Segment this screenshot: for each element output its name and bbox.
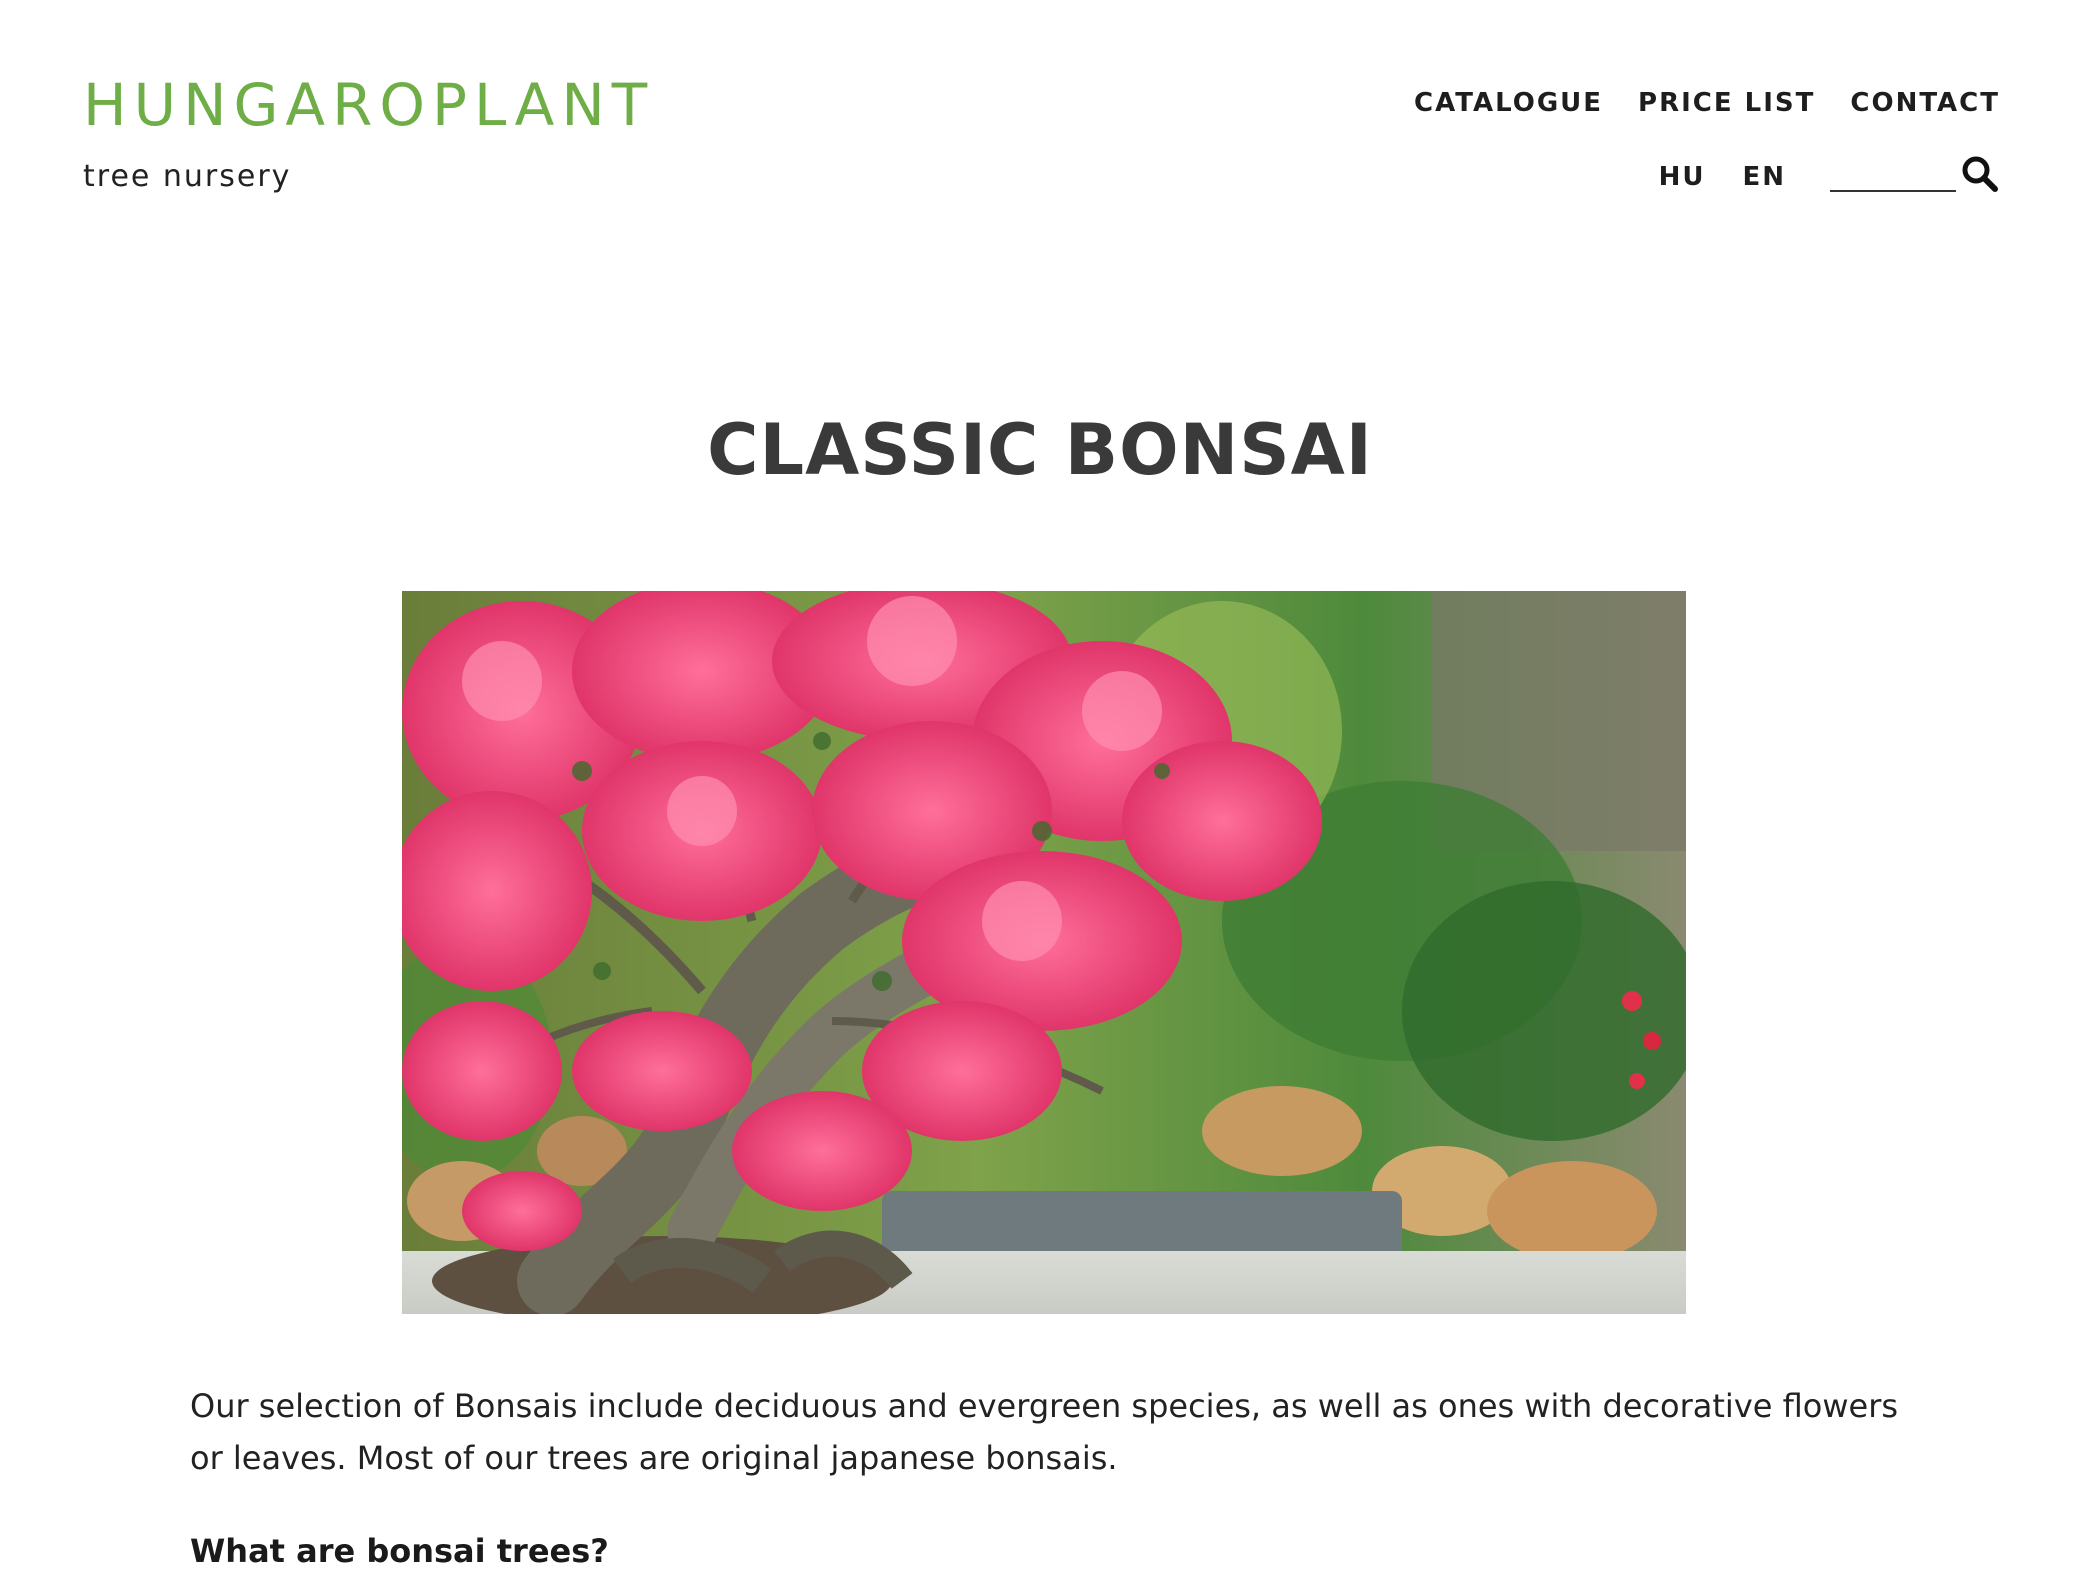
utility-nav: HU EN bbox=[1659, 152, 2000, 192]
page-title: CLASSIC BONSAI bbox=[707, 409, 1373, 491]
language-hu[interactable]: HU bbox=[1659, 162, 1706, 192]
section-heading: What are bonsai trees? bbox=[190, 1532, 609, 1570]
nav-price-list[interactable]: PRICE LIST bbox=[1638, 88, 1815, 118]
hero-image bbox=[402, 591, 1686, 1314]
nav-catalogue[interactable]: CATALOGUE bbox=[1414, 88, 1603, 118]
search-icon[interactable] bbox=[1960, 154, 2000, 194]
search-input[interactable] bbox=[1830, 156, 1956, 192]
nav-contact[interactable]: CONTACT bbox=[1850, 88, 2000, 118]
brand-logo[interactable]: HUNGAROPLANT tree nursery bbox=[83, 76, 654, 194]
main-nav: CATALOGUE PRICE LIST CONTACT bbox=[1414, 88, 2000, 118]
brand-tagline: tree nursery bbox=[83, 159, 292, 194]
intro-text: Our selection of Bonsais include deciduo… bbox=[190, 1387, 1899, 1477]
brand-name: HUNGAROPLANT bbox=[83, 71, 655, 139]
language-en[interactable]: EN bbox=[1742, 162, 1786, 192]
